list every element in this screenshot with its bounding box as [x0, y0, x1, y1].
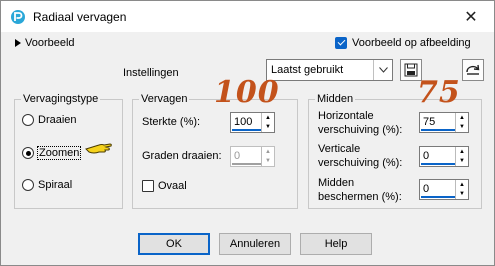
annotation-strength-note: 100	[214, 75, 280, 110]
protect-center-label-line1: Midden	[318, 177, 355, 189]
rotate-degrees-spinner: 0 ▲ ▼	[230, 146, 275, 167]
annotation-h-offset-note: 75	[417, 75, 461, 110]
spin-up-icon[interactable]: ▲	[456, 147, 468, 156]
expand-triangle-icon	[15, 39, 21, 47]
radio-selected-icon	[22, 147, 34, 159]
radio-zoom-label: Zoomen	[36, 146, 82, 160]
preset-value: Laatst gebruikt	[271, 64, 344, 76]
cancel-button[interactable]: Annuleren	[219, 233, 291, 255]
center-group: Midden Horizontale verschuiving (%): 75 …	[308, 93, 482, 209]
rotate-degrees-label: Graden draaien:	[142, 150, 222, 162]
rotate-degrees-slider-bar	[232, 163, 261, 165]
oval-checkbox[interactable]: Ovaal	[142, 180, 187, 192]
rotate-degrees-value: 0	[234, 150, 241, 162]
app-logo-icon	[11, 10, 25, 24]
spinner-buttons: ▲ ▼	[455, 180, 468, 199]
strength-spinner[interactable]: 100 ▲ ▼	[230, 112, 275, 133]
v-offset-value: 0	[423, 150, 430, 162]
v-offset-slider-bar[interactable]	[421, 163, 455, 165]
blur-group: Vervagen Sterkte (%): 100 ▲ ▼ Graden dra…	[132, 93, 298, 209]
preview-on-image-label: Voorbeeld op afbeelding	[352, 37, 471, 49]
reset-icon	[466, 64, 480, 75]
v-offset-label-line2: verschuiving (%):	[318, 157, 403, 169]
checkbox-unchecked-icon	[142, 180, 154, 192]
h-offset-value: 75	[423, 116, 436, 128]
spin-down-icon[interactable]: ▼	[456, 156, 468, 165]
close-icon: ✕	[464, 8, 478, 26]
checkbox-checked-icon	[335, 37, 347, 49]
spinner-buttons: ▲ ▼	[261, 113, 274, 132]
v-offset-label-line1: Verticale	[318, 143, 361, 155]
h-offset-spinner[interactable]: 75 ▲ ▼	[419, 112, 469, 133]
chevron-down-icon	[373, 60, 392, 80]
blur-legend: Vervagen	[139, 93, 190, 105]
spin-up-icon[interactable]: ▲	[456, 113, 468, 122]
blur-type-legend: Vervagingstype	[21, 93, 101, 105]
radio-spiral[interactable]: Spiraal	[22, 179, 72, 191]
preview-toggle-label: Voorbeeld	[25, 37, 75, 49]
spin-up-icon[interactable]: ▲	[456, 180, 468, 189]
h-offset-label-line2: verschuiving (%):	[318, 124, 403, 136]
radio-zoom[interactable]: Zoomen	[22, 146, 82, 160]
title-bar: Radiaal vervagen ✕	[1, 1, 494, 32]
spin-down-icon[interactable]: ▼	[456, 189, 468, 198]
radio-unselected-icon	[22, 114, 34, 126]
v-offset-spinner[interactable]: 0 ▲ ▼	[419, 146, 469, 167]
save-icon	[404, 63, 418, 77]
radio-rotate[interactable]: Draaien	[22, 114, 77, 126]
window-title: Radiaal vervagen	[33, 10, 127, 24]
preset-dropdown[interactable]: Laatst gebruikt	[266, 59, 393, 81]
spinner-buttons: ▲ ▼	[455, 147, 468, 166]
dialog-window: Radiaal vervagen ✕ Voorbeeld Voorbeeld o…	[0, 0, 495, 266]
strength-label: Sterkte (%):	[142, 116, 201, 128]
spin-down-icon[interactable]: ▼	[456, 122, 468, 131]
oval-label: Ovaal	[158, 180, 187, 192]
settings-label: Instellingen	[123, 67, 179, 79]
ok-button[interactable]: OK	[138, 233, 210, 255]
reset-defaults-button[interactable]	[462, 59, 484, 81]
close-button[interactable]: ✕	[448, 1, 494, 32]
strength-slider-bar[interactable]	[232, 129, 261, 131]
spin-down-icon: ▼	[265, 157, 271, 164]
preview-on-image-checkbox[interactable]: Voorbeeld op afbeelding	[335, 37, 471, 49]
radio-rotate-label: Draaien	[38, 114, 77, 126]
radio-unselected-icon	[22, 179, 34, 191]
h-offset-slider-bar[interactable]	[421, 129, 455, 131]
center-legend: Midden	[315, 93, 356, 105]
preview-toggle[interactable]: Voorbeeld	[15, 37, 75, 49]
radio-spiral-label: Spiraal	[38, 179, 73, 191]
spin-down-icon[interactable]: ▼	[262, 122, 274, 131]
spin-up-icon: ▲	[265, 148, 271, 155]
spin-up-icon[interactable]: ▲	[262, 113, 274, 122]
spinner-buttons: ▲ ▼	[455, 113, 468, 132]
spinner-buttons: ▲ ▼	[261, 147, 274, 166]
protect-center-value: 0	[423, 183, 430, 195]
h-offset-label-line1: Horizontale	[318, 110, 374, 122]
pointing-hand-icon	[85, 143, 112, 154]
help-button[interactable]: Help	[300, 233, 372, 255]
protect-center-spinner[interactable]: 0 ▲ ▼	[419, 179, 469, 200]
protect-center-slider-bar[interactable]	[421, 196, 455, 198]
strength-value: 100	[234, 116, 253, 128]
protect-center-label-line2: beschermen (%):	[318, 191, 402, 203]
